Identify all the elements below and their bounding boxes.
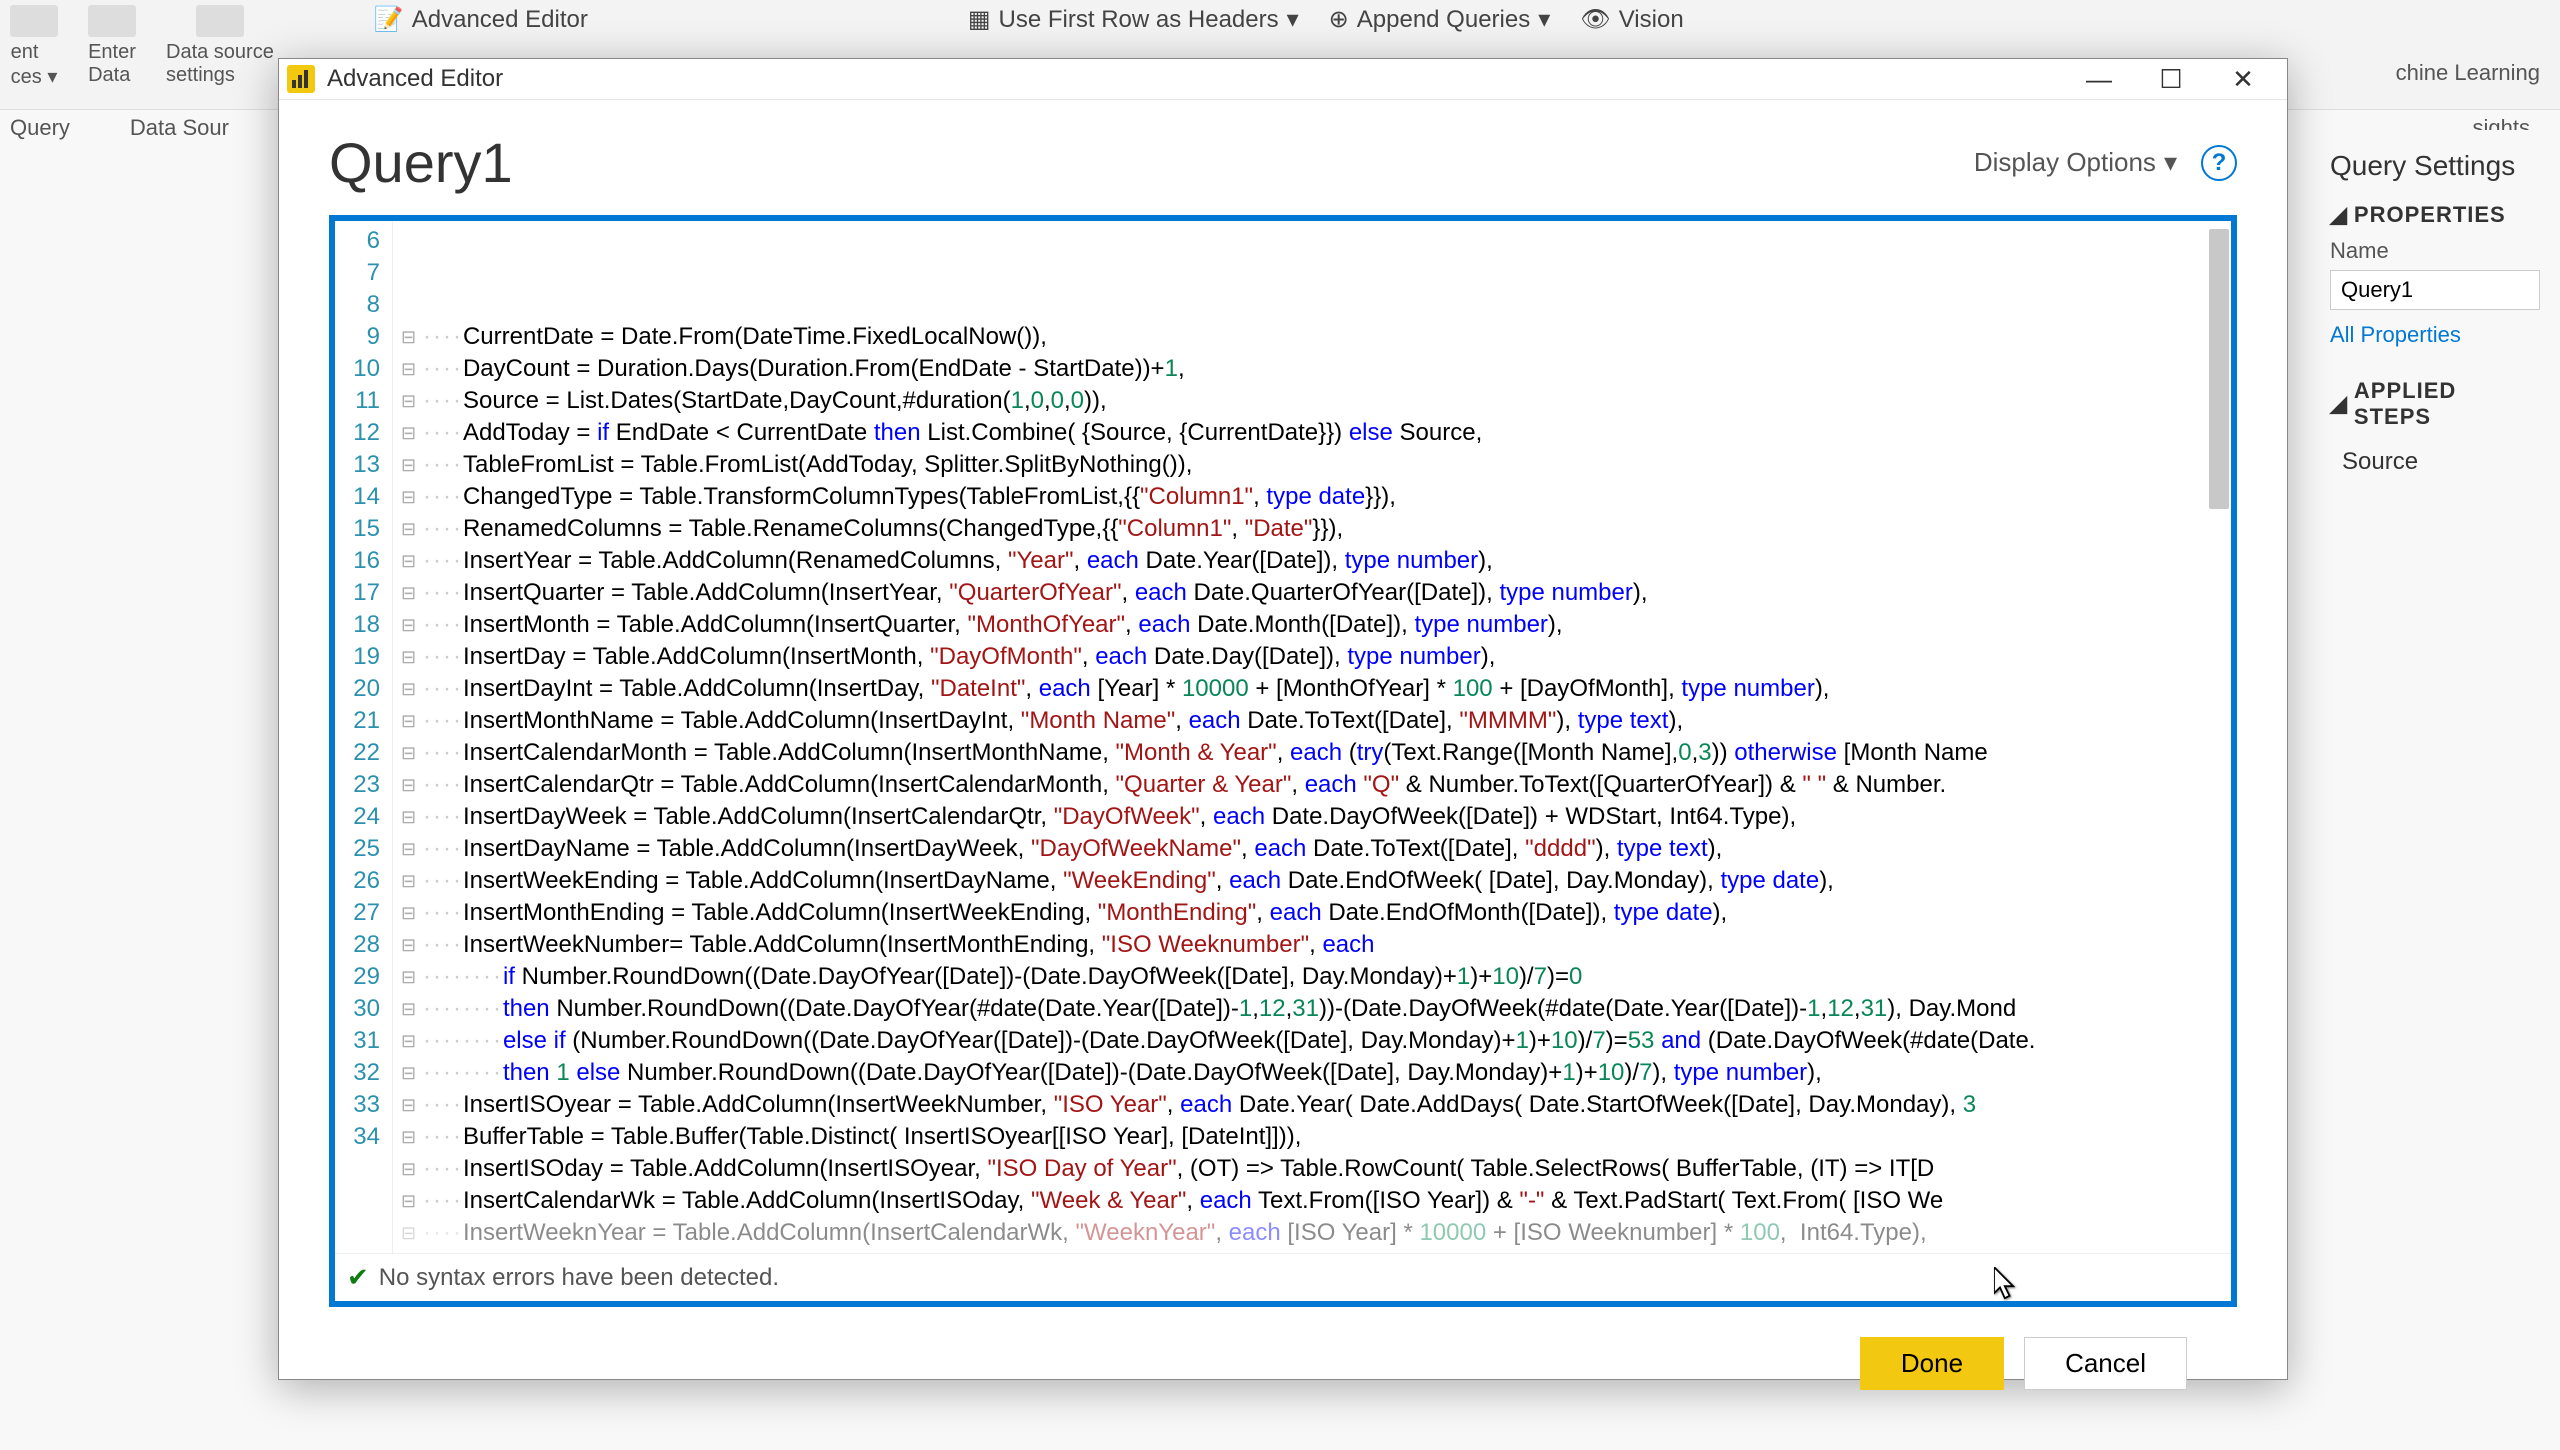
ribbon-btn-enter-data[interactable]: EnterData [88,5,136,87]
code-editor[interactable]: 6789101112131415161718192021222324252627… [335,221,2231,1253]
query-name-heading: Query1 [329,130,513,195]
ribbon-btn[interactable]: entces ▾ [10,5,58,89]
ribbon-use-first-row[interactable]: ▦ Use First Row as Headers ▾ [968,5,1299,34]
code-editor-frame: 6789101112131415161718192021222324252627… [329,215,2237,1307]
code-area[interactable]: ⊟····CurrentDate = Date.From(DateTime.Fi… [393,221,2231,1253]
panel-title: Query Settings [2330,150,2540,182]
all-properties-link[interactable]: All Properties [2330,322,2540,348]
mouse-cursor [1994,1267,2018,1301]
applied-steps-header[interactable]: ◢ APPLIED STEPS [2330,378,2540,430]
app-icon [287,65,315,93]
ribbon-ml[interactable]: chine Learning [2396,60,2540,86]
titlebar: Advanced Editor — ☐ ✕ [279,59,2287,100]
line-gutter: 6789101112131415161718192021222324252627… [335,221,393,1253]
close-button[interactable]: ✕ [2207,59,2279,99]
ribbon-vision[interactable]: 👁 Vision [1580,5,1683,34]
display-options-dropdown[interactable]: Display Options ▾ [1974,147,2177,178]
ribbon-groups: Query Data Sour sights [0,115,229,141]
cancel-button[interactable]: Cancel [2024,1337,2187,1390]
name-label: Name [2330,238,2540,264]
scrollbar-vertical[interactable] [2209,229,2229,509]
ribbon-advanced-editor[interactable]: 📝 Advanced Editor [374,5,588,34]
maximize-button[interactable]: ☐ [2135,59,2207,99]
help-icon[interactable]: ? [2201,145,2237,181]
query-name-input[interactable] [2330,270,2540,310]
ribbon-append[interactable]: ⊕ Append Queries ▾ [1329,5,1551,34]
properties-header[interactable]: ◢ PROPERTIES [2330,202,2540,228]
done-button[interactable]: Done [1860,1337,2004,1390]
check-icon: ✔ [347,1262,369,1293]
syntax-status: ✔ No syntax errors have been detected. [335,1253,2231,1301]
step-source[interactable]: Source [2330,440,2540,484]
query-settings-panel: Query Settings ◢ PROPERTIES Name All Pro… [2310,130,2560,504]
ribbon-btn-data-source[interactable]: Data sourcesettings [166,5,274,87]
advanced-editor-dialog: Advanced Editor — ☐ ✕ Query1 Display Opt… [278,58,2288,1380]
minimize-button[interactable]: — [2063,59,2135,99]
dialog-title: Advanced Editor [327,65,2063,93]
